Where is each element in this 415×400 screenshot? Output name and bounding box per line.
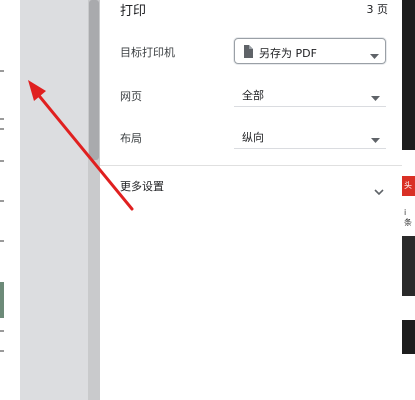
caret-down-icon: [370, 49, 379, 62]
layout-value: 纵向: [242, 131, 264, 144]
background-snippet: 头: [404, 181, 412, 190]
background-image: [402, 236, 415, 296]
preview-mark: [0, 350, 4, 352]
destination-select[interactable]: 另存为 PDF: [234, 38, 386, 64]
preview-mark: [0, 330, 4, 332]
print-dialog: 打印 3 页 目标打印机 另存为 PDF 网页 全部 布局 纵向 更多设置: [100, 0, 403, 400]
more-settings-label: 更多设置: [120, 180, 164, 193]
chevron-down-icon: [374, 180, 384, 199]
background-image: [402, 0, 415, 150]
layout-label: 布局: [120, 132, 142, 145]
preview-thumbnail: [0, 282, 4, 318]
preview-mark: [0, 128, 4, 130]
preview-mark: [0, 70, 4, 72]
preview-mark: [0, 200, 4, 202]
background-webpage-edge: 头 i 条: [402, 0, 415, 400]
more-settings-toggle[interactable]: 更多设置: [120, 176, 388, 196]
dialog-title: 打印: [120, 4, 147, 19]
dialog-header: 打印 3 页: [120, 0, 388, 20]
destination-label: 目标打印机: [120, 46, 175, 59]
pages-select[interactable]: 全部: [234, 81, 386, 107]
caret-down-icon: [371, 91, 380, 104]
background-image: [402, 320, 415, 354]
pages-value: 全部: [242, 89, 264, 102]
background-banner: 头: [402, 176, 415, 196]
scrollbar-thumb[interactable]: [89, 0, 99, 160]
destination-value: 另存为 PDF: [259, 47, 317, 60]
preview-scrollbar[interactable]: [88, 0, 100, 400]
preview-gutter: [20, 0, 88, 400]
page-preview-edge: [0, 0, 21, 400]
document-icon: [243, 45, 253, 61]
section-divider: [100, 165, 402, 166]
layout-select[interactable]: 纵向: [234, 123, 386, 149]
preview-mark: [0, 118, 4, 120]
preview-mark: [0, 240, 4, 242]
page-count: 3 页: [366, 3, 389, 16]
caret-down-icon: [371, 133, 380, 146]
background-snippet: i 条: [404, 208, 412, 227]
preview-mark: [0, 160, 4, 162]
pages-label: 网页: [120, 90, 142, 103]
